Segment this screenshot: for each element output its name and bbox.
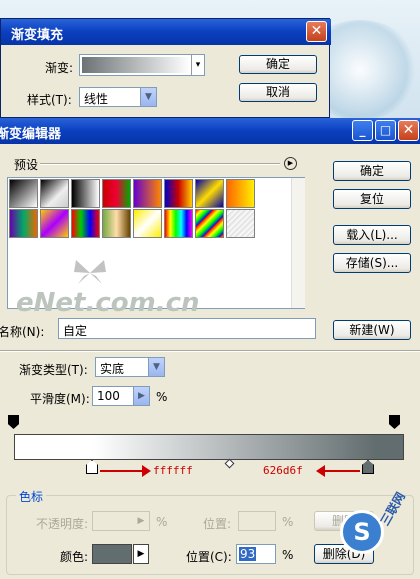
divider bbox=[0, 350, 420, 352]
preset-swatch[interactable] bbox=[133, 209, 162, 238]
location-field[interactable]: 93 bbox=[236, 544, 276, 564]
preset-swatch[interactable] bbox=[195, 179, 224, 208]
opacity-unit: % bbox=[156, 515, 168, 529]
chevron-down-icon[interactable]: ▼ bbox=[140, 88, 156, 106]
fill-cancel-button[interactable]: 取消 bbox=[239, 83, 317, 102]
style-select[interactable]: 线性 ▼ bbox=[79, 87, 157, 107]
chevron-down-icon[interactable]: ▼ bbox=[148, 358, 164, 376]
location-label: 位置(C): bbox=[186, 550, 232, 564]
save-button[interactable]: 存储(S)... bbox=[333, 253, 411, 273]
location-unit: % bbox=[282, 548, 294, 562]
watermark-text: eNet.com.cn bbox=[16, 288, 200, 318]
preset-swatch[interactable] bbox=[133, 179, 162, 208]
preset-swatch[interactable] bbox=[71, 179, 100, 208]
midpoint-marker[interactable] bbox=[224, 458, 235, 469]
preset-swatch[interactable] bbox=[102, 179, 131, 208]
new-button[interactable]: 新建(W) bbox=[333, 320, 411, 340]
preset-swatch[interactable] bbox=[226, 179, 255, 208]
fill-ok-button[interactable]: 确定 bbox=[239, 55, 317, 74]
style-select-value: 线性 bbox=[84, 92, 109, 106]
chevron-right-icon[interactable]: ▶ bbox=[133, 387, 149, 405]
name-value: 自定 bbox=[63, 324, 88, 338]
preset-swatch[interactable] bbox=[71, 209, 100, 238]
preset-swatch[interactable] bbox=[40, 209, 69, 238]
opacity-location-field[interactable] bbox=[238, 511, 276, 531]
fill-dialog-title: 渐变填充 bbox=[11, 28, 64, 43]
color-label: 颜色: bbox=[60, 550, 89, 564]
gradient-label: 渐变: bbox=[45, 61, 74, 75]
stop-right-color-label: 626d6f bbox=[263, 464, 303, 477]
smoothness-field[interactable]: 100 ▶ bbox=[92, 386, 150, 406]
preset-swatch[interactable] bbox=[9, 179, 38, 208]
chevron-right-icon[interactable]: ▶ bbox=[133, 512, 149, 530]
smoothness-value: 100 bbox=[97, 389, 120, 403]
smoothness-label: 平滑度(M): bbox=[30, 392, 90, 406]
editor-ok-button[interactable]: 确定 bbox=[333, 161, 411, 181]
gradient-preview bbox=[82, 57, 190, 73]
minimize-icon[interactable]: _ bbox=[352, 120, 373, 141]
opacity-stop-right[interactable] bbox=[389, 415, 400, 429]
arrow-line-right bbox=[324, 470, 360, 472]
reset-button[interactable]: 复位 bbox=[333, 189, 411, 209]
arrow-right-icon bbox=[142, 465, 151, 477]
preset-swatch[interactable] bbox=[164, 179, 193, 208]
gradient-type-value: 实底 bbox=[100, 362, 125, 376]
name-label: 名称(N): bbox=[0, 325, 45, 339]
presets-label: 预设 bbox=[14, 158, 39, 172]
preset-swatch[interactable] bbox=[40, 179, 69, 208]
color-stops-label: 色标 bbox=[16, 488, 47, 505]
preset-swatch[interactable] bbox=[164, 209, 193, 238]
opacity-location-unit: % bbox=[282, 515, 294, 529]
gradient-picker[interactable]: ▾ bbox=[79, 54, 205, 76]
gradient-type-select[interactable]: 实底 ▼ bbox=[95, 357, 165, 377]
location-value: 93 bbox=[239, 547, 257, 561]
preset-swatch[interactable] bbox=[102, 209, 131, 238]
editor-title: 渐变编辑器 bbox=[0, 127, 62, 142]
preset-swatch[interactable] bbox=[226, 209, 255, 238]
name-field[interactable]: 自定 bbox=[58, 318, 316, 339]
opacity-location-label: 位置: bbox=[203, 517, 232, 531]
gradient-fill-dialog: 渐变填充 ✕ 渐变: ▾ 确定 样式(T): 线性 ▼ 取消 bbox=[0, 18, 331, 118]
maximize-icon[interactable]: □ bbox=[375, 120, 396, 141]
presets-menu-icon[interactable]: ▶ bbox=[284, 157, 297, 170]
color-stop-right[interactable] bbox=[362, 460, 374, 474]
chevron-down-icon[interactable]: ▾ bbox=[191, 55, 204, 75]
load-button[interactable]: 载入(L)... bbox=[333, 225, 411, 245]
presets-scrollbar[interactable] bbox=[291, 178, 305, 308]
style-label: 样式(T): bbox=[27, 93, 72, 107]
gradient-type-label: 渐变类型(T): bbox=[19, 363, 88, 377]
color-swatch[interactable] bbox=[92, 544, 132, 564]
presets-divider bbox=[40, 163, 280, 165]
fill-dialog-titlebar[interactable]: 渐变填充 ✕ bbox=[1, 19, 331, 45]
preset-swatch[interactable] bbox=[195, 209, 224, 238]
opacity-stop-left[interactable] bbox=[8, 415, 19, 429]
stop-left-color-label: ffffff bbox=[153, 464, 193, 477]
chevron-right-icon[interactable]: ▶ bbox=[133, 544, 149, 564]
fill-dialog-close-button[interactable]: ✕ bbox=[306, 21, 327, 42]
editor-close-button[interactable]: ✕ bbox=[398, 120, 419, 141]
opacity-label: 不透明度: bbox=[36, 517, 89, 531]
gradient-bar[interactable] bbox=[14, 434, 404, 460]
preset-swatch[interactable] bbox=[9, 209, 38, 238]
opacity-field[interactable]: ▶ bbox=[92, 511, 150, 531]
butterfly-icon bbox=[70, 258, 110, 288]
color-stop-left[interactable] bbox=[86, 460, 98, 474]
arrow-line-left bbox=[100, 470, 146, 472]
editor-titlebar[interactable]: 渐变编辑器 _ □ ✕ bbox=[0, 118, 420, 144]
smoothness-unit: % bbox=[156, 390, 168, 404]
